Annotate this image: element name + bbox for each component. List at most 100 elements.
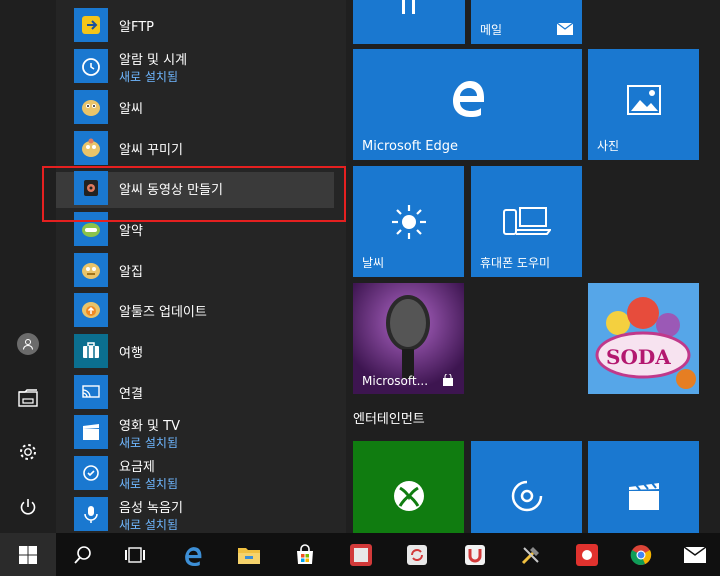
- app-red-icon: [350, 543, 372, 566]
- new-install-label: 새로 설치됨: [119, 436, 179, 450]
- taskbar: [0, 533, 720, 576]
- tile-groove-music[interactable]: [471, 441, 582, 536]
- alarm-clock-icon: [74, 49, 108, 83]
- taskbar-app-tools[interactable]: [508, 533, 554, 576]
- film-icon: [74, 415, 108, 449]
- tile-label: 사진: [597, 139, 620, 153]
- tile-movies-tv[interactable]: [588, 441, 699, 536]
- tile-mail[interactable]: 메일: [471, 0, 582, 44]
- plans-icon: [74, 456, 108, 490]
- taskbar-app-refresh[interactable]: [394, 533, 440, 576]
- taskbar-mail[interactable]: [672, 533, 718, 576]
- groove-icon: [511, 480, 543, 512]
- suitcase-icon: [74, 334, 108, 368]
- taskbar-app-magnet[interactable]: [452, 533, 498, 576]
- tile-glyph-icon: [402, 0, 415, 14]
- power-icon: [20, 499, 36, 515]
- film-icon: [628, 482, 659, 510]
- app-name: 여행: [119, 346, 143, 361]
- edge-icon: [185, 546, 202, 566]
- microphone-icon: [74, 497, 108, 531]
- app-name: 알람 및 시계: [119, 53, 188, 68]
- file-explorer-icon: [18, 389, 38, 407]
- annotation-highlight-box: [42, 166, 346, 222]
- taskbar-app-red[interactable]: [338, 533, 384, 576]
- phone-laptop-icon: [502, 207, 551, 235]
- group-title-entertainment: 엔터테인먼트: [353, 412, 425, 427]
- task-view-button[interactable]: [112, 533, 158, 576]
- user-button[interactable]: [0, 320, 56, 368]
- edge-icon: [452, 81, 484, 117]
- power-button[interactable]: [0, 483, 56, 531]
- store-badge-icon: [443, 374, 453, 386]
- app-name: 알FTP: [119, 20, 154, 35]
- list-item-alsee[interactable]: 알씨: [56, 87, 346, 127]
- list-item-alarms-clock[interactable]: 알람 및 시계 새로 설치됨: [56, 46, 346, 86]
- mail-icon: [557, 23, 573, 35]
- gear-icon: [20, 444, 36, 460]
- alsee-icon: [74, 90, 108, 124]
- app-name: 알씨: [119, 102, 143, 117]
- list-item-travel[interactable]: 여행: [56, 331, 346, 371]
- tile-partial[interactable]: [353, 0, 465, 44]
- search-button[interactable]: [60, 533, 106, 576]
- mail-icon: [684, 546, 706, 563]
- refresh-icon: [407, 544, 427, 565]
- list-item-alsee-decorate[interactable]: 알씨 꾸미기: [56, 128, 346, 168]
- taskbar-file-explorer[interactable]: [226, 533, 272, 576]
- altools-update-icon: [74, 293, 108, 327]
- magnet-icon: [465, 544, 485, 565]
- search-icon: [74, 545, 91, 564]
- list-item-alzip[interactable]: 알집: [56, 250, 346, 290]
- candy-crush-image: [588, 283, 699, 394]
- tile-microsoft-music[interactable]: Microsoft...: [353, 283, 464, 394]
- tile-label: 날씨: [362, 256, 385, 270]
- tile-microsoft-edge[interactable]: Microsoft Edge: [353, 49, 582, 160]
- tile-label: 휴대폰 도우미: [480, 256, 551, 270]
- app-name: 요금제: [119, 460, 155, 475]
- tile-photos[interactable]: 사진: [588, 49, 699, 160]
- app-name: 알집: [119, 265, 143, 280]
- candy-logo-text: SODA: [606, 345, 671, 369]
- photos-icon: [626, 85, 661, 115]
- tile-label: Microsoft...: [362, 374, 429, 388]
- list-item-connect[interactable]: 연결: [56, 372, 346, 412]
- list-item-plans[interactable]: 요금제 새로 설치됨: [56, 453, 346, 493]
- file-explorer-button[interactable]: [0, 374, 56, 422]
- list-item-alftp[interactable]: 알FTP: [56, 5, 346, 45]
- tile-label: 메일: [480, 23, 503, 37]
- list-item-movies-tv[interactable]: 영화 및 TV 새로 설치됨: [56, 412, 346, 452]
- alftp-icon: [74, 8, 108, 42]
- tile-phone-companion[interactable]: 휴대폰 도우미: [471, 166, 582, 277]
- start-button[interactable]: [0, 533, 56, 576]
- taskbar-edge[interactable]: [170, 533, 216, 576]
- taskbar-chrome[interactable]: [618, 533, 664, 576]
- app-name: 알씨 꾸미기: [119, 143, 183, 158]
- camera-app-icon: [576, 543, 598, 566]
- new-install-label: 새로 설치됨: [119, 477, 179, 491]
- task-view-icon: [125, 546, 145, 563]
- tile-xbox[interactable]: [353, 441, 464, 536]
- alsee-decorate-icon: [74, 131, 108, 165]
- folder-icon: [238, 547, 260, 564]
- tools-icon: [521, 546, 539, 564]
- list-item-voice-recorder[interactable]: 음성 녹음기 새로 설치됨: [56, 494, 346, 534]
- sun-icon: [391, 205, 426, 239]
- chrome-icon: [630, 544, 652, 565]
- taskbar-store[interactable]: [282, 533, 328, 576]
- tile-label: Microsoft Edge: [362, 139, 459, 154]
- app-name: 알툴즈 업데이트: [119, 305, 207, 320]
- new-install-label: 새로 설치됨: [119, 518, 179, 532]
- app-list: 알FTP 알람 및 시계 새로 설치됨 알씨 알씨 꾸미기 알씨 동영상 만들기…: [56, 0, 346, 533]
- cast-icon: [74, 375, 108, 409]
- tile-area: 메일 Microsoft Edge 사진 날씨 휴대폰 도우미 Microsof…: [346, 0, 720, 536]
- windows-logo-icon: [19, 545, 37, 564]
- user-icon: [17, 333, 39, 355]
- tile-weather[interactable]: 날씨: [353, 166, 464, 277]
- tile-candy-crush-soda[interactable]: SODA: [588, 283, 699, 394]
- list-item-altools-update[interactable]: 알툴즈 업데이트: [56, 290, 346, 330]
- settings-button[interactable]: [0, 428, 56, 476]
- taskbar-app-camera[interactable]: [564, 533, 610, 576]
- app-name: 음성 녹음기: [119, 501, 183, 516]
- new-install-label: 새로 설치됨: [119, 70, 179, 84]
